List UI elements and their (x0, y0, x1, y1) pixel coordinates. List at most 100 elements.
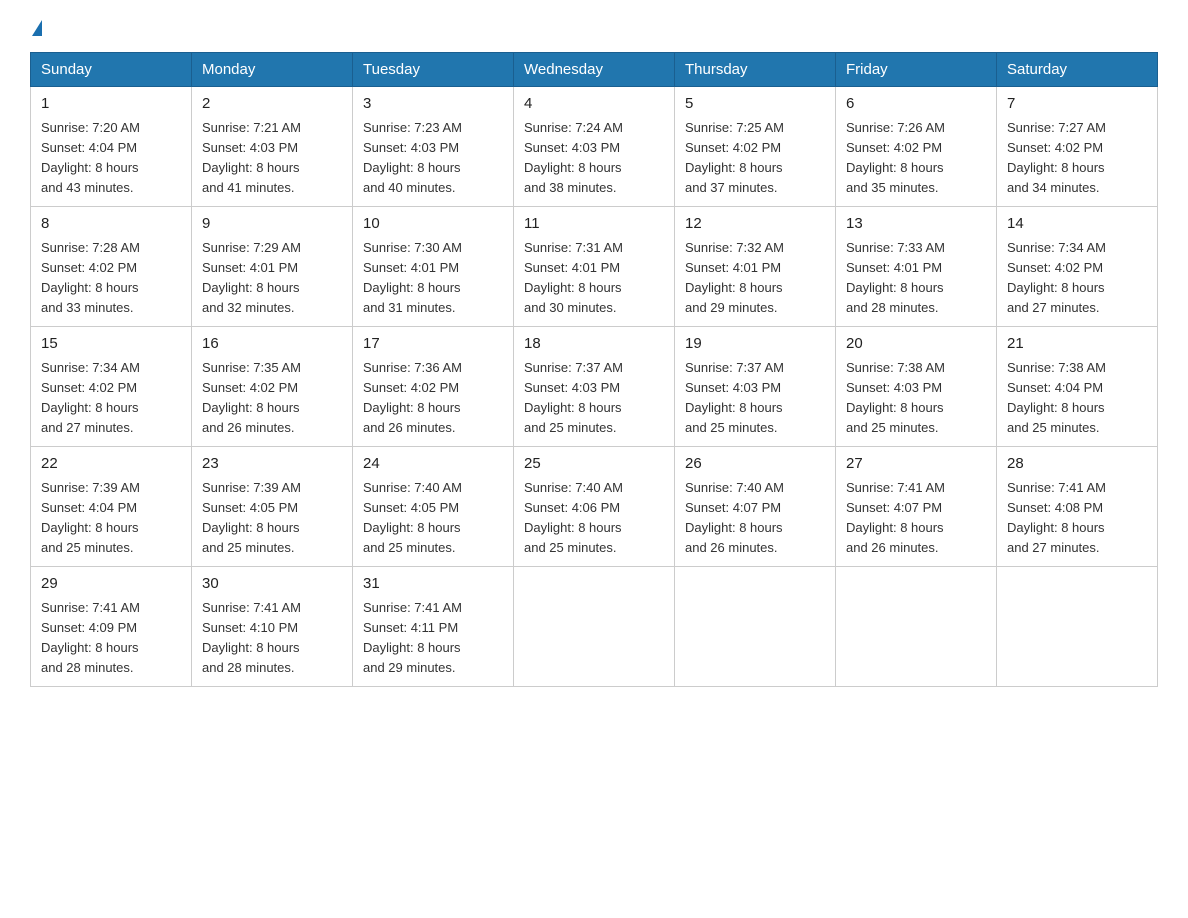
day-number: 27 (846, 453, 986, 476)
calendar-table: SundayMondayTuesdayWednesdayThursdayFrid… (30, 52, 1158, 687)
day-number: 3 (363, 93, 503, 116)
day-info: Sunrise: 7:28 AMSunset: 4:02 PMDaylight:… (41, 238, 181, 319)
calendar-week-row: 1Sunrise: 7:20 AMSunset: 4:04 PMDaylight… (31, 87, 1158, 207)
day-info: Sunrise: 7:41 AMSunset: 4:08 PMDaylight:… (1007, 478, 1147, 559)
calendar-week-row: 29Sunrise: 7:41 AMSunset: 4:09 PMDayligh… (31, 567, 1158, 687)
day-number: 28 (1007, 453, 1147, 476)
day-number: 5 (685, 93, 825, 116)
day-number: 29 (41, 573, 181, 596)
day-info: Sunrise: 7:40 AMSunset: 4:07 PMDaylight:… (685, 478, 825, 559)
day-info: Sunrise: 7:34 AMSunset: 4:02 PMDaylight:… (1007, 238, 1147, 319)
calendar-cell: 7Sunrise: 7:27 AMSunset: 4:02 PMDaylight… (997, 87, 1158, 207)
calendar-cell: 3Sunrise: 7:23 AMSunset: 4:03 PMDaylight… (353, 87, 514, 207)
page-header (30, 20, 1158, 36)
day-info: Sunrise: 7:37 AMSunset: 4:03 PMDaylight:… (524, 358, 664, 439)
calendar-cell: 14Sunrise: 7:34 AMSunset: 4:02 PMDayligh… (997, 207, 1158, 327)
calendar-week-row: 22Sunrise: 7:39 AMSunset: 4:04 PMDayligh… (31, 447, 1158, 567)
weekday-header-saturday: Saturday (997, 53, 1158, 87)
calendar-cell: 2Sunrise: 7:21 AMSunset: 4:03 PMDaylight… (192, 87, 353, 207)
day-info: Sunrise: 7:41 AMSunset: 4:11 PMDaylight:… (363, 598, 503, 679)
calendar-cell: 13Sunrise: 7:33 AMSunset: 4:01 PMDayligh… (836, 207, 997, 327)
calendar-cell: 12Sunrise: 7:32 AMSunset: 4:01 PMDayligh… (675, 207, 836, 327)
day-number: 30 (202, 573, 342, 596)
day-number: 26 (685, 453, 825, 476)
calendar-cell: 1Sunrise: 7:20 AMSunset: 4:04 PMDaylight… (31, 87, 192, 207)
calendar-cell: 21Sunrise: 7:38 AMSunset: 4:04 PMDayligh… (997, 327, 1158, 447)
calendar-cell (997, 567, 1158, 687)
calendar-cell: 4Sunrise: 7:24 AMSunset: 4:03 PMDaylight… (514, 87, 675, 207)
calendar-cell: 30Sunrise: 7:41 AMSunset: 4:10 PMDayligh… (192, 567, 353, 687)
day-number: 14 (1007, 213, 1147, 236)
calendar-cell: 24Sunrise: 7:40 AMSunset: 4:05 PMDayligh… (353, 447, 514, 567)
calendar-week-row: 8Sunrise: 7:28 AMSunset: 4:02 PMDaylight… (31, 207, 1158, 327)
calendar-cell: 20Sunrise: 7:38 AMSunset: 4:03 PMDayligh… (836, 327, 997, 447)
day-info: Sunrise: 7:31 AMSunset: 4:01 PMDaylight:… (524, 238, 664, 319)
day-info: Sunrise: 7:27 AMSunset: 4:02 PMDaylight:… (1007, 118, 1147, 199)
calendar-cell: 29Sunrise: 7:41 AMSunset: 4:09 PMDayligh… (31, 567, 192, 687)
day-info: Sunrise: 7:37 AMSunset: 4:03 PMDaylight:… (685, 358, 825, 439)
day-info: Sunrise: 7:20 AMSunset: 4:04 PMDaylight:… (41, 118, 181, 199)
day-number: 21 (1007, 333, 1147, 356)
day-number: 1 (41, 93, 181, 116)
calendar-cell: 16Sunrise: 7:35 AMSunset: 4:02 PMDayligh… (192, 327, 353, 447)
day-info: Sunrise: 7:38 AMSunset: 4:04 PMDaylight:… (1007, 358, 1147, 439)
day-number: 22 (41, 453, 181, 476)
day-info: Sunrise: 7:26 AMSunset: 4:02 PMDaylight:… (846, 118, 986, 199)
calendar-cell: 19Sunrise: 7:37 AMSunset: 4:03 PMDayligh… (675, 327, 836, 447)
calendar-cell: 11Sunrise: 7:31 AMSunset: 4:01 PMDayligh… (514, 207, 675, 327)
day-number: 6 (846, 93, 986, 116)
day-info: Sunrise: 7:30 AMSunset: 4:01 PMDaylight:… (363, 238, 503, 319)
weekday-header-row: SundayMondayTuesdayWednesdayThursdayFrid… (31, 53, 1158, 87)
calendar-cell: 8Sunrise: 7:28 AMSunset: 4:02 PMDaylight… (31, 207, 192, 327)
day-info: Sunrise: 7:39 AMSunset: 4:05 PMDaylight:… (202, 478, 342, 559)
calendar-cell (514, 567, 675, 687)
day-info: Sunrise: 7:41 AMSunset: 4:09 PMDaylight:… (41, 598, 181, 679)
day-number: 16 (202, 333, 342, 356)
day-info: Sunrise: 7:36 AMSunset: 4:02 PMDaylight:… (363, 358, 503, 439)
day-number: 18 (524, 333, 664, 356)
day-number: 17 (363, 333, 503, 356)
day-info: Sunrise: 7:40 AMSunset: 4:06 PMDaylight:… (524, 478, 664, 559)
day-info: Sunrise: 7:25 AMSunset: 4:02 PMDaylight:… (685, 118, 825, 199)
calendar-cell: 23Sunrise: 7:39 AMSunset: 4:05 PMDayligh… (192, 447, 353, 567)
calendar-cell: 15Sunrise: 7:34 AMSunset: 4:02 PMDayligh… (31, 327, 192, 447)
day-info: Sunrise: 7:40 AMSunset: 4:05 PMDaylight:… (363, 478, 503, 559)
day-number: 15 (41, 333, 181, 356)
day-info: Sunrise: 7:39 AMSunset: 4:04 PMDaylight:… (41, 478, 181, 559)
day-info: Sunrise: 7:24 AMSunset: 4:03 PMDaylight:… (524, 118, 664, 199)
day-number: 25 (524, 453, 664, 476)
day-number: 13 (846, 213, 986, 236)
weekday-header-monday: Monday (192, 53, 353, 87)
weekday-header-friday: Friday (836, 53, 997, 87)
day-info: Sunrise: 7:23 AMSunset: 4:03 PMDaylight:… (363, 118, 503, 199)
day-info: Sunrise: 7:35 AMSunset: 4:02 PMDaylight:… (202, 358, 342, 439)
day-number: 10 (363, 213, 503, 236)
weekday-header-wednesday: Wednesday (514, 53, 675, 87)
day-info: Sunrise: 7:33 AMSunset: 4:01 PMDaylight:… (846, 238, 986, 319)
day-info: Sunrise: 7:34 AMSunset: 4:02 PMDaylight:… (41, 358, 181, 439)
day-number: 4 (524, 93, 664, 116)
calendar-cell: 31Sunrise: 7:41 AMSunset: 4:11 PMDayligh… (353, 567, 514, 687)
day-number: 20 (846, 333, 986, 356)
calendar-cell: 5Sunrise: 7:25 AMSunset: 4:02 PMDaylight… (675, 87, 836, 207)
calendar-cell: 9Sunrise: 7:29 AMSunset: 4:01 PMDaylight… (192, 207, 353, 327)
calendar-cell: 10Sunrise: 7:30 AMSunset: 4:01 PMDayligh… (353, 207, 514, 327)
day-number: 23 (202, 453, 342, 476)
logo-triangle-icon (32, 20, 42, 36)
calendar-cell: 26Sunrise: 7:40 AMSunset: 4:07 PMDayligh… (675, 447, 836, 567)
day-number: 2 (202, 93, 342, 116)
weekday-header-sunday: Sunday (31, 53, 192, 87)
calendar-cell: 6Sunrise: 7:26 AMSunset: 4:02 PMDaylight… (836, 87, 997, 207)
logo (30, 20, 42, 36)
day-number: 24 (363, 453, 503, 476)
calendar-cell (675, 567, 836, 687)
day-number: 8 (41, 213, 181, 236)
calendar-cell (836, 567, 997, 687)
calendar-cell: 28Sunrise: 7:41 AMSunset: 4:08 PMDayligh… (997, 447, 1158, 567)
day-number: 31 (363, 573, 503, 596)
day-info: Sunrise: 7:38 AMSunset: 4:03 PMDaylight:… (846, 358, 986, 439)
calendar-cell: 18Sunrise: 7:37 AMSunset: 4:03 PMDayligh… (514, 327, 675, 447)
day-number: 7 (1007, 93, 1147, 116)
day-info: Sunrise: 7:41 AMSunset: 4:10 PMDaylight:… (202, 598, 342, 679)
day-info: Sunrise: 7:29 AMSunset: 4:01 PMDaylight:… (202, 238, 342, 319)
